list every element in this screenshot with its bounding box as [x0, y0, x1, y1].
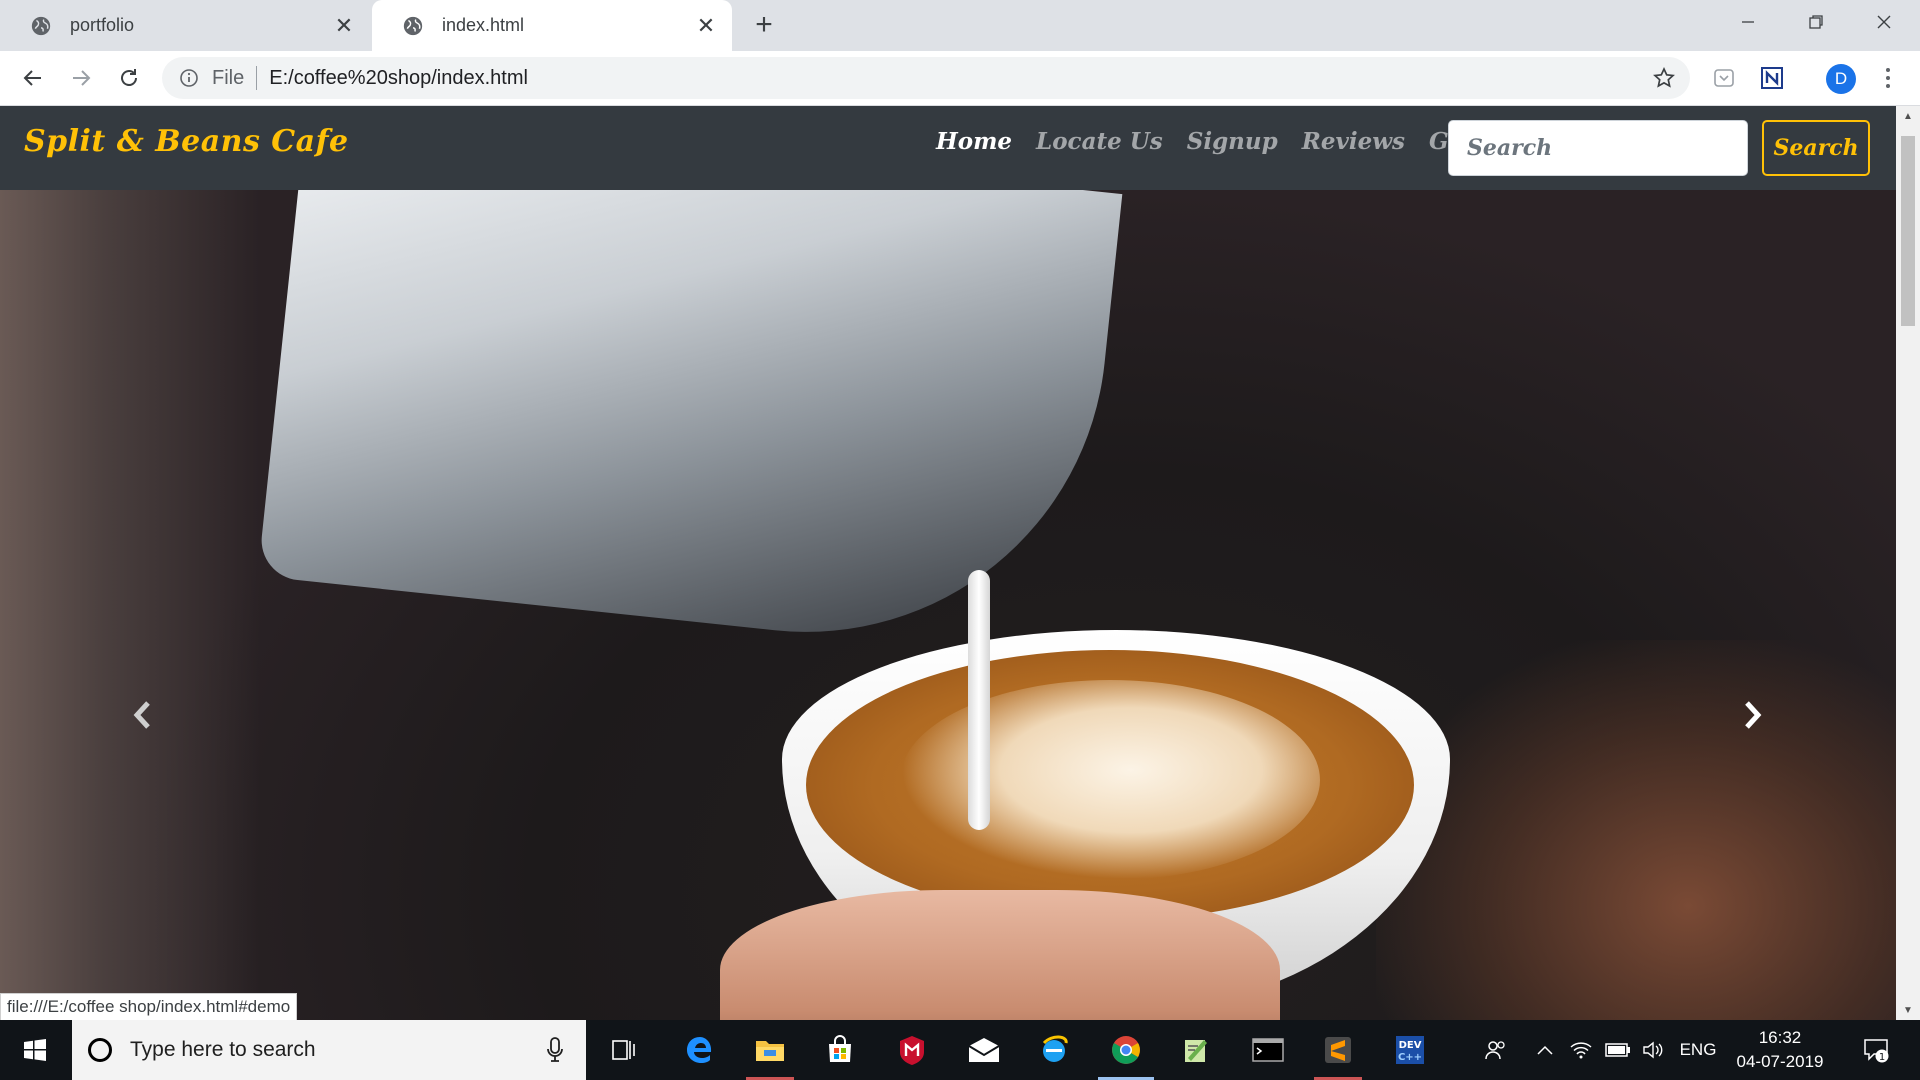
terminal-icon[interactable] — [1236, 1020, 1300, 1080]
page-scrollbar[interactable]: ▲ ▼ — [1896, 106, 1920, 1020]
divider — [256, 66, 258, 90]
url-scheme: File — [212, 66, 245, 89]
clock-date: 04-07-2019 — [1736, 1052, 1824, 1071]
svg-text:DEV: DEV — [1399, 1040, 1422, 1051]
menu-icon[interactable] — [1878, 63, 1898, 93]
tab-index[interactable]: index.html ✕ — [372, 0, 732, 51]
battery-icon[interactable] — [1602, 1020, 1634, 1080]
microphone-icon[interactable] — [546, 1037, 564, 1068]
new-tab-icon[interactable]: + — [750, 10, 778, 40]
sublime-text-icon[interactable] — [1306, 1020, 1370, 1080]
svg-text:C++: C++ — [1398, 1052, 1422, 1063]
task-view-icon[interactable] — [592, 1020, 656, 1080]
notification-icon[interactable]: 1 — [1856, 1020, 1896, 1080]
search-button[interactable]: Search — [1762, 120, 1870, 176]
hand-image — [720, 890, 1280, 1020]
restore-icon[interactable] — [1784, 0, 1848, 44]
hero-background — [0, 190, 260, 1020]
clock-time: 16:32 — [1758, 1028, 1802, 1047]
close-icon[interactable] — [1852, 0, 1916, 44]
hero-background — [1376, 640, 1896, 1020]
nav-home[interactable]: Home — [936, 128, 1012, 155]
forward-icon[interactable] — [64, 61, 98, 95]
edge-icon[interactable] — [668, 1020, 732, 1080]
star-icon[interactable] — [1652, 66, 1676, 95]
nav-locate-us[interactable]: Locate Us — [1036, 128, 1163, 155]
mail-icon[interactable] — [952, 1020, 1016, 1080]
info-icon[interactable] — [178, 67, 200, 89]
mcafee-icon[interactable] — [880, 1020, 944, 1080]
tab-portfolio[interactable]: portfolio ✕ — [0, 0, 370, 51]
taskbar-search-input[interactable]: Type here to search — [72, 1020, 586, 1080]
language-indicator[interactable]: ENG — [1676, 1020, 1720, 1080]
chevron-up-icon[interactable] — [1530, 1020, 1560, 1080]
cortana-icon — [88, 1038, 112, 1062]
scroll-up-icon[interactable]: ▲ — [1896, 106, 1920, 126]
carousel-prev-icon[interactable] — [122, 695, 162, 735]
system-clock[interactable]: 16:32 04-07-2019 — [1720, 1026, 1840, 1074]
windows-taskbar: Type here to search DEV C++ ENG 16:32 04… — [0, 1020, 1920, 1080]
site-brand[interactable]: Split & Beans Cafe — [24, 124, 349, 159]
pocket-icon[interactable] — [1710, 64, 1738, 92]
page-viewport: Split & Beans Cafe Home Locate Us Signup… — [0, 106, 1896, 1020]
carousel-next-icon[interactable] — [1733, 695, 1773, 735]
latte-art-image — [900, 680, 1320, 880]
nav-reviews[interactable]: Reviews — [1302, 128, 1405, 155]
notion-icon[interactable] — [1758, 64, 1786, 92]
reload-icon[interactable] — [112, 61, 146, 95]
tab-strip: portfolio ✕ index.html ✕ + — [0, 0, 1920, 51]
store-icon[interactable] — [808, 1020, 872, 1080]
nav-signup[interactable]: Signup — [1187, 128, 1278, 155]
internet-explorer-icon[interactable] — [1022, 1020, 1086, 1080]
url-text[interactable]: E:/coffee%20shop/index.html — [269, 67, 528, 90]
minimize-icon[interactable] — [1716, 0, 1780, 44]
scroll-down-icon[interactable]: ▼ — [1896, 1000, 1920, 1020]
status-bar-url: file:///E:/coffee shop/index.html#demo — [0, 993, 298, 1020]
search-input[interactable]: Search — [1448, 120, 1748, 176]
milk-stream-image — [968, 570, 990, 830]
file-explorer-icon[interactable] — [738, 1020, 802, 1080]
dev-cpp-icon[interactable]: DEV C++ — [1378, 1020, 1442, 1080]
notepad-plus-plus-icon[interactable] — [1164, 1020, 1228, 1080]
close-tab-icon[interactable]: ✕ — [332, 13, 356, 38]
wifi-icon[interactable] — [1566, 1020, 1596, 1080]
browser-toolbar: File E:/coffee%20shop/index.html D — [0, 51, 1920, 106]
hero-carousel-image — [0, 190, 1896, 1020]
globe-icon — [403, 16, 423, 35]
people-icon[interactable] — [1478, 1020, 1514, 1080]
volume-icon[interactable] — [1638, 1020, 1668, 1080]
tab-title: index.html — [442, 15, 525, 35]
milk-pitcher-image — [257, 190, 1123, 662]
back-icon[interactable] — [16, 61, 50, 95]
globe-icon — [31, 16, 51, 35]
site-navbar: Split & Beans Cafe Home Locate Us Signup… — [0, 106, 1896, 190]
tab-title: portfolio — [70, 15, 135, 35]
address-bar[interactable]: File E:/coffee%20shop/index.html — [162, 57, 1690, 99]
notification-count: 1 — [1879, 1052, 1885, 1063]
taskbar-search-placeholder: Type here to search — [130, 1038, 316, 1061]
windows-start-icon[interactable] — [0, 1020, 70, 1080]
chrome-icon[interactable] — [1094, 1020, 1158, 1080]
avatar[interactable]: D — [1826, 64, 1856, 94]
scrollbar-thumb[interactable] — [1901, 136, 1915, 326]
close-tab-icon[interactable]: ✕ — [694, 13, 718, 38]
